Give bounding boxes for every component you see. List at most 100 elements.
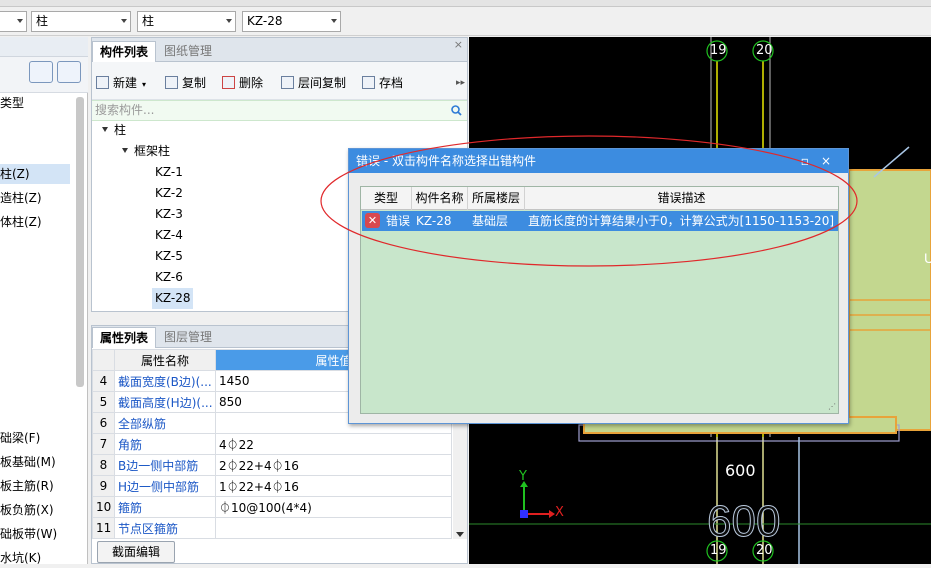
error-type: 错误: [386, 214, 411, 228]
tab-component-list[interactable]: 构件列表: [92, 41, 157, 62]
save-archive-button[interactable]: 存档: [362, 74, 403, 92]
row-number: 9: [92, 475, 115, 497]
row-number: 8: [92, 454, 115, 476]
axis-label-19: 19: [710, 43, 727, 58]
chevron-down-icon: [331, 19, 337, 23]
delete-button[interactable]: 删除: [222, 74, 263, 92]
property-value[interactable]: 1⏀22+4⏀16: [215, 475, 452, 497]
copy-icon: [165, 76, 178, 89]
component-combo[interactable]: KZ-28: [242, 11, 341, 32]
tree-item-kz-5[interactable]: KZ-5: [155, 246, 183, 267]
tree-item-kz-3[interactable]: KZ-3: [155, 204, 183, 225]
tree-item-kz-6[interactable]: KZ-6: [155, 267, 183, 288]
property-value[interactable]: 2⏀22+4⏀16: [215, 454, 452, 476]
table-row[interactable]: 10 箍筋 ⏀10@100(4*4): [92, 496, 452, 518]
error-component-name[interactable]: KZ-28: [416, 211, 451, 231]
top-strip: [0, 0, 931, 7]
tree-item-kz-2[interactable]: KZ-2: [155, 183, 183, 204]
column-header-description[interactable]: 错误描述: [525, 187, 838, 210]
more-icon[interactable]: ▸▸: [456, 74, 465, 92]
navigation-panel: 类型 柱(Z) 造柱(Z) 体柱(Z) 础梁(F) 板基础(M) 板主筋(R) …: [0, 37, 88, 565]
expand-icon[interactable]: [102, 127, 108, 132]
table-row[interactable]: 9 H边一侧中部筋 1⏀22+4⏀16: [92, 475, 452, 497]
nav-item-label: 体柱(Z): [0, 215, 42, 229]
new-icon: [96, 76, 109, 89]
nav-item-type[interactable]: 类型: [0, 93, 24, 113]
nav-item-raft-foundation[interactable]: 板基础(M): [0, 452, 56, 472]
property-name: 截面高度(H边)(...: [114, 391, 216, 413]
property-name: 全部纵筋: [114, 412, 216, 434]
new-button[interactable]: 新建 ▾: [96, 74, 146, 92]
column-header-name[interactable]: 构件名称: [412, 187, 468, 210]
nav-item-raft-negative-rebar[interactable]: 板负筋(X): [0, 500, 54, 520]
tree-root-column[interactable]: 柱: [102, 120, 126, 141]
nav-item-foundation-beam[interactable]: 础梁(F): [0, 428, 40, 448]
table-row[interactable]: ✕ 错误 KZ-28 基础层 直筋长度的计算结果小于0，计算公式为[1150-1…: [362, 211, 838, 231]
component-tabs: 构件列表 图纸管理 ×: [92, 38, 467, 62]
dialog-title[interactable]: 错误 - 双击构件名称选择出错构件: [349, 149, 848, 173]
search-input[interactable]: 搜索构件...: [92, 100, 467, 121]
axis-label-20: 20: [756, 43, 773, 58]
list-view-icon[interactable]: [29, 61, 53, 83]
nav-item-masonry-column[interactable]: 体柱(Z): [0, 212, 42, 232]
row-number: 10: [92, 496, 115, 518]
error-grid: 类型 构件名称 所属楼层 错误描述 ✕ 错误 KZ-28 基础层 直筋长度的计算…: [360, 186, 839, 414]
property-name: 节点区箍筋: [114, 517, 216, 539]
subtype-combo-value: 柱: [142, 14, 155, 28]
navigation-header: [0, 37, 88, 57]
close-icon[interactable]: ×: [821, 154, 843, 168]
scrollbar[interactable]: [76, 97, 84, 387]
property-name-header: 属性名称: [114, 349, 216, 371]
nav-item-column[interactable]: 柱(Z): [0, 164, 70, 184]
error-dialog: 错误 - 双击构件名称选择出错构件 ▫× 类型 构件名称 所属楼层 错误描述 ✕…: [348, 148, 849, 424]
maximize-icon[interactable]: ▫: [801, 154, 821, 168]
search-icon[interactable]: [451, 105, 462, 116]
nav-item-label: 类型: [0, 96, 25, 110]
nav-item-label: 础梁(F): [0, 431, 41, 445]
tab-drawing-management[interactable]: 图纸管理: [157, 41, 219, 62]
delete-button-label: 删除: [239, 76, 264, 90]
nav-item-raft-main-rebar[interactable]: 板主筋(R): [0, 476, 54, 496]
column-header-type[interactable]: 类型: [361, 187, 412, 210]
archive-icon: [362, 76, 375, 89]
error-grid-header: 类型 构件名称 所属楼层 错误描述: [361, 187, 838, 210]
tree-item-kz-28[interactable]: KZ-28: [152, 288, 194, 309]
column-header-floor[interactable]: 所属楼层: [468, 187, 525, 210]
property-name: 箍筋: [114, 496, 216, 518]
dimension-text-small: 600: [725, 461, 756, 480]
category-combo[interactable]: [0, 11, 27, 32]
tree-group-frame-column[interactable]: 框架柱: [122, 141, 170, 162]
nav-item-label: 础板带(W): [0, 527, 58, 541]
copy-button[interactable]: 复制: [165, 74, 206, 92]
table-row[interactable]: 7 角筋 4⏀22: [92, 433, 452, 455]
row-number-header: [92, 349, 115, 371]
tab-layer-management[interactable]: 图层管理: [157, 327, 219, 348]
subtype-combo[interactable]: 柱: [137, 11, 236, 32]
table-row[interactable]: 8 B边一侧中部筋 2⏀22+4⏀16: [92, 454, 452, 476]
origin-marker: [520, 510, 528, 518]
row-number: 11: [92, 517, 115, 539]
section-edit-button[interactable]: 截面编辑: [97, 541, 175, 563]
property-name: 角筋: [114, 433, 216, 455]
nav-item-foundation-strip[interactable]: 础板带(W): [0, 524, 57, 544]
scroll-down-icon[interactable]: [456, 532, 464, 537]
error-icon: ✕: [365, 213, 380, 228]
row-number: 5: [92, 391, 115, 413]
table-row[interactable]: 11 节点区箍筋: [92, 517, 452, 539]
floor-copy-button[interactable]: 层间复制: [281, 74, 346, 92]
type-combo[interactable]: 柱: [31, 11, 131, 32]
property-value[interactable]: [215, 517, 452, 539]
delete-icon: [222, 76, 235, 89]
tree-view-icon[interactable]: [57, 61, 81, 83]
expand-icon[interactable]: [122, 148, 128, 153]
close-icon[interactable]: ×: [454, 38, 463, 51]
search-placeholder: 搜索构件...: [95, 103, 155, 117]
nav-item-construction-column[interactable]: 造柱(Z): [0, 188, 42, 208]
property-value[interactable]: 4⏀22: [215, 433, 452, 455]
tree-item-kz-1[interactable]: KZ-1: [155, 162, 183, 183]
tree-item-kz-4[interactable]: KZ-4: [155, 225, 183, 246]
tab-property-list[interactable]: 属性列表: [92, 327, 157, 348]
resize-grip-icon[interactable]: ⋰: [828, 402, 836, 411]
property-value[interactable]: ⏀10@100(4*4): [215, 496, 452, 518]
nav-item-sump-pit[interactable]: 水坑(K): [0, 548, 41, 568]
